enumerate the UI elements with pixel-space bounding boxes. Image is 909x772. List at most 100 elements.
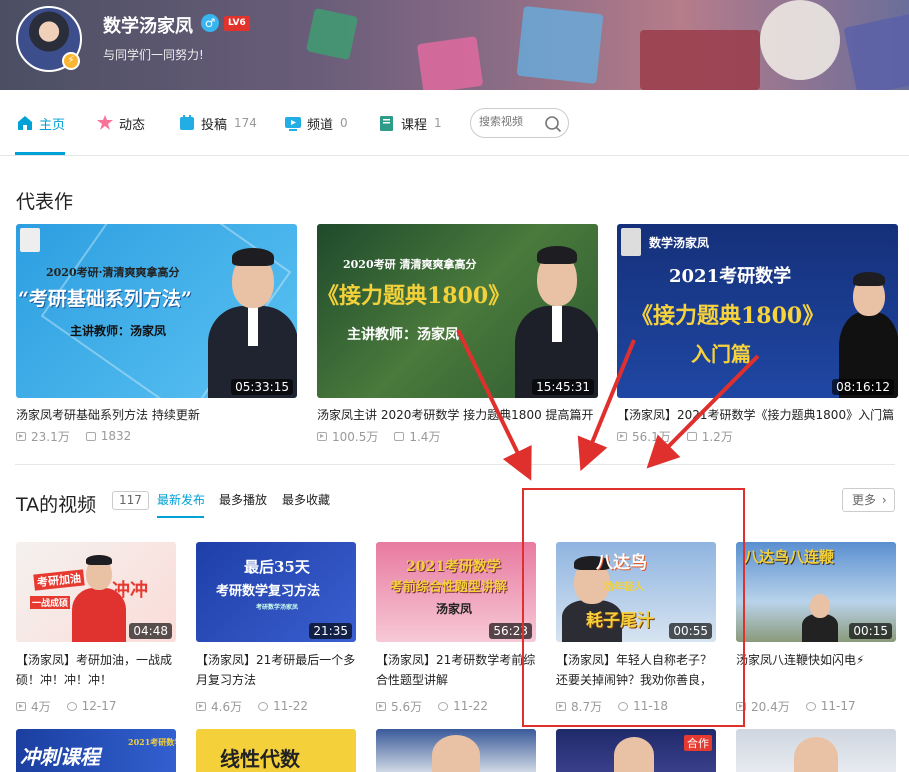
publish-date: 11-22 [273,699,308,713]
video-title[interactable]: 汤家凤考研基础系列方法 持续更新 [16,406,297,424]
masterpiece-section-title: 代表作 [16,191,74,213]
video-title[interactable]: 【汤家凤】21考研最后一个多月复习方法 [196,650,356,690]
video-card[interactable]: 2021考研数学 考前综合性题型讲解 汤家凤 56:23 【汤家凤】21考研数学… [376,542,536,714]
video-thumbnail[interactable] [736,729,896,772]
thumb-text: 主讲教师：汤家凤 [70,324,167,338]
thumb-text: 《接力题典1800》 [317,283,511,309]
videos-section-title: TA的视频 [16,494,97,516]
play-count-icon [376,701,386,711]
thumb-text: 数学汤家凤 [649,236,710,250]
home-icon [18,116,32,130]
level-badge: LV6 [224,16,250,31]
teacher-figure [515,240,598,398]
course-count: 1 [434,116,442,130]
video-thumbnail[interactable]: 2021考研数学 考前综合性题型讲解 汤家凤 56:23 [376,542,536,642]
annotation-highlight-box [522,488,745,727]
video-title[interactable]: 【汤家凤】2021考研数学《接力题典1800》入门篇 [617,406,898,424]
tab-course[interactable]: 课程 1 [378,90,442,156]
tab-most-favorited[interactable]: 最多收藏 [282,491,330,508]
danmaku-icon [394,431,405,441]
masterpiece-card[interactable]: 2020考研 清清爽爽拿高分 《接力题典1800》 主讲教师：汤家凤 15:45… [317,224,598,444]
video-stats: 100.5万 1.4万 [317,428,598,444]
video-thumbnail[interactable]: 八达鸟八连鞭 00:15 [736,542,896,642]
video-stats: 5.6万 11-22 [376,698,536,714]
banner-gift-decoration [416,36,484,90]
video-duration: 08:16:12 [832,379,894,395]
tab-label: 主页 [39,117,66,133]
chevron-right-icon: › [881,493,887,507]
banner-bunny-decoration [760,0,840,80]
thumb-text: 汤家凤 [436,602,473,616]
clock-icon [66,701,77,711]
video-thumbnail[interactable]: 2020考研·清清爽爽拿高分 “考研基础系列方法” 主讲教师：汤家凤 05:33… [16,224,297,398]
profile-sign: 与同学们一同努力! [103,48,204,62]
video-duration: 15:45:31 [532,379,594,395]
danmaku-icon [85,431,96,441]
tab-upload[interactable]: 投稿 174 [178,90,257,156]
video-thumbnail[interactable]: 合作 [556,729,716,772]
tab-channel[interactable]: 频道 0 [284,90,348,156]
publish-date: 12-17 [81,699,117,713]
thumb-text: 2020考研 清清爽爽拿高分 [343,258,477,271]
channel-icon [285,117,301,131]
danmaku-icon [686,431,697,441]
play-count: 23.1万 [31,429,70,444]
video-duration: 00:15 [849,623,892,639]
video-title[interactable]: 【汤家凤】考研加油，一战成硕！冲！冲！冲！ [16,650,176,690]
publish-date: 11-17 [820,699,856,713]
thumb-text: 2021考研数学 [669,266,792,287]
tab-label: 课程 [401,117,428,133]
play-count: 100.5万 [332,429,379,444]
masterpiece-card[interactable]: 2020考研·清清爽爽拿高分 “考研基础系列方法” 主讲教师：汤家凤 05:33… [16,224,297,444]
tab-home[interactable]: 主页 [16,90,65,156]
teacher-figure [208,242,297,398]
video-thumbnail[interactable]: 最后35天 考研数学复习方法 考研数学汤家凤 21:35 [196,542,356,642]
banner-gift-decoration [640,30,760,90]
thumb-text: 冲刺课程 [20,745,100,769]
teacher-figure [72,552,126,642]
active-tab-indicator [15,152,65,155]
video-count-badge: 117 [112,491,149,510]
search-icon[interactable] [544,115,562,133]
video-thumbnail[interactable]: 数学汤家凤 2021考研数学 《接力题典1800》 入门篇 08:16:12 [617,224,898,398]
danmaku-count: 1.2万 [701,429,733,444]
video-search[interactable] [470,108,569,138]
thumb-text: 线性代数 [220,747,300,771]
video-title[interactable]: 汤家凤主讲 2020考研数学 接力题典1800 提高篇开 [317,406,598,424]
video-thumbnail[interactable]: 线性代数 [196,729,356,772]
dynamic-icon [97,115,113,130]
profile-nav: 主页 动态 投稿 174 频道 0 课程 1 [0,90,909,156]
tab-label: 频道 [307,117,334,133]
tab-label: 投稿 [201,117,228,133]
video-title[interactable]: 【汤家凤】21考研数学考前综合性题型讲解 [376,650,536,690]
search-input[interactable] [479,115,541,128]
upload-count: 174 [234,116,257,130]
thumb-text: 2021考研数学 [406,559,501,575]
thumb-text: 2020考研·清清爽爽拿高分 [46,266,180,279]
more-videos-button[interactable]: 更多 › [842,488,895,512]
video-duration: 04:48 [129,623,172,639]
video-thumbnail[interactable]: 考研加油 冲冲 一战成硕 04:48 [16,542,176,642]
video-thumbnail[interactable]: 冲刺课程 2021考研数学 [16,729,176,772]
video-card[interactable]: 最后35天 考研数学复习方法 考研数学汤家凤 21:35 【汤家凤】21考研最后… [196,542,356,714]
video-card[interactable]: 八达鸟八连鞭 00:15 汤家凤八连鞭快如闪电⚡ 20.4万 11-17 [736,542,896,714]
clock-icon [438,701,449,711]
thumb-text: 一战成硕 [30,596,71,609]
tab-dynamic[interactable]: 动态 [96,90,145,156]
video-stats: 4万 12-17 [16,698,176,714]
video-title[interactable]: 汤家凤八连鞭快如闪电⚡ [736,650,896,690]
play-count-icon [196,701,206,711]
video-thumbnail[interactable]: 2020考研 清清爽爽拿高分 《接力题典1800》 主讲教师：汤家凤 15:45… [317,224,598,398]
section-divider [15,464,895,465]
teacher-face [794,737,838,772]
video-card[interactable]: 考研加油 冲冲 一战成硕 04:48 【汤家凤】考研加油，一战成硕！冲！冲！冲！… [16,542,176,714]
video-stats: 4.6万 11-22 [196,698,356,714]
video-stats: 23.1万 1832 [16,428,297,444]
uploader-name[interactable]: 数学汤家凤 [103,12,193,38]
masterpiece-card[interactable]: 数学汤家凤 2021考研数学 《接力题典1800》 入门篇 08:16:12 【… [617,224,898,444]
video-thumbnail[interactable] [376,729,536,772]
tab-latest[interactable]: 最新发布 [157,491,205,508]
tab-most-played[interactable]: 最多播放 [219,491,267,508]
channel-count: 0 [340,116,348,130]
teacher-face [614,737,654,772]
